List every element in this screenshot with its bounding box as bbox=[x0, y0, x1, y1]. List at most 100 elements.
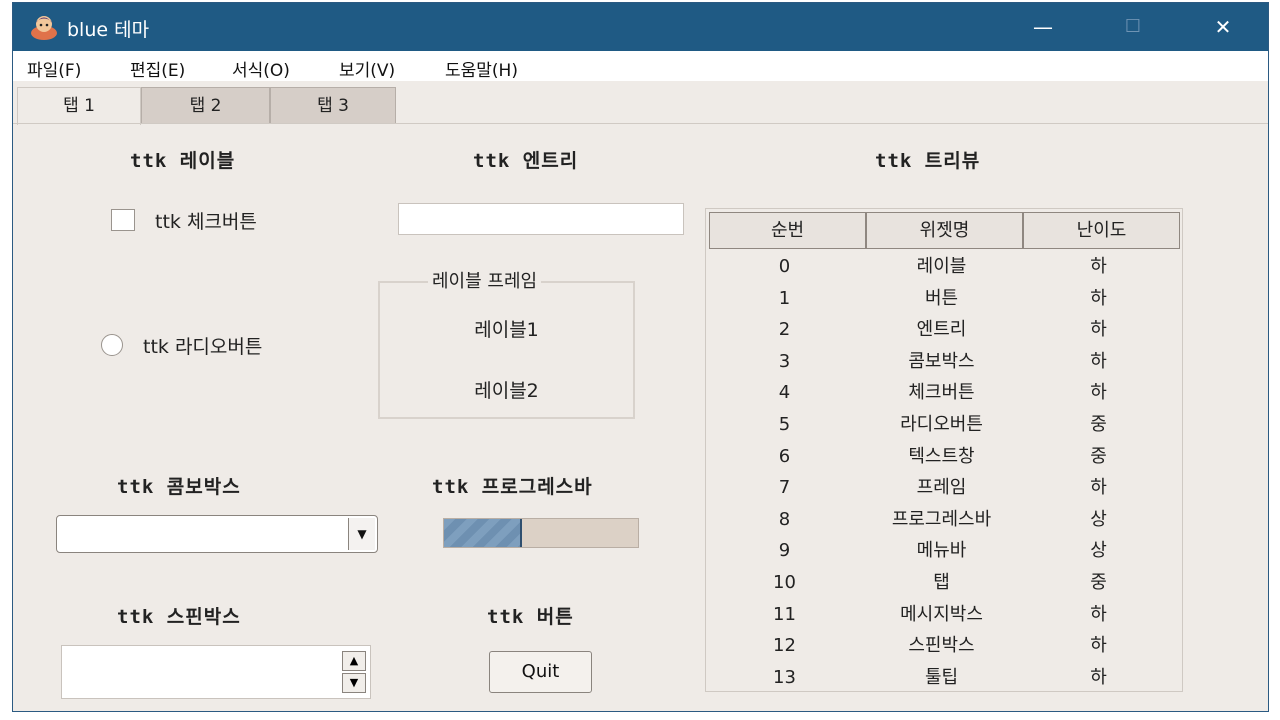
row-index: 11 bbox=[773, 603, 796, 625]
row-difficulty: 중 bbox=[1090, 414, 1107, 435]
tab-2[interactable]: 탭 2 bbox=[141, 87, 270, 123]
row-widget-name: 라디오버튼 bbox=[900, 414, 983, 435]
ttk-treeview-heading: ttk 트리뷰 bbox=[875, 150, 981, 172]
column-header-index[interactable]: 순번 bbox=[709, 212, 866, 249]
ttk-radiobutton[interactable] bbox=[101, 334, 123, 356]
table-row[interactable]: 5 라디오버튼 중 bbox=[706, 409, 1184, 440]
row-index: 2 bbox=[778, 319, 791, 341]
row-widget-name: 콤보박스 bbox=[908, 350, 975, 372]
column-header-widget[interactable]: 위젯명 bbox=[866, 212, 1023, 249]
row-index: 9 bbox=[778, 540, 791, 562]
row-difficulty: 하 bbox=[1090, 666, 1107, 688]
row-difficulty: 하 bbox=[1090, 477, 1107, 499]
menu-edit[interactable]: 편집(E) bbox=[130, 56, 185, 81]
row-index: 6 bbox=[778, 445, 791, 467]
tab-strip: 탭 1 탭 2 탭 3 bbox=[13, 87, 1268, 125]
menu-view[interactable]: 보기(V) bbox=[339, 56, 395, 81]
label-frame-title: 레이블 프레임 bbox=[428, 267, 542, 293]
treeview-header: 순번 위젯명 난이도 bbox=[709, 212, 1180, 249]
row-difficulty: 상 bbox=[1090, 508, 1107, 530]
ttk-progressbar bbox=[443, 518, 639, 548]
row-index: 13 bbox=[773, 666, 796, 688]
row-difficulty: 하 bbox=[1090, 603, 1107, 625]
table-row[interactable]: 11 메시지박스 하 bbox=[706, 599, 1184, 630]
column-header-difficulty[interactable]: 난이도 bbox=[1023, 212, 1180, 249]
table-row[interactable]: 8 프로그레스바 상 bbox=[706, 504, 1184, 535]
row-widget-name: 엔트리 bbox=[916, 319, 967, 341]
table-row[interactable]: 0 레이블 하 bbox=[706, 251, 1184, 282]
row-widget-name: 버튼 bbox=[924, 287, 959, 309]
app-icon bbox=[31, 16, 57, 40]
table-row[interactable]: 9 메뉴바 상 bbox=[706, 535, 1184, 566]
spin-down-arrow-icon[interactable]: ▼ bbox=[342, 673, 366, 693]
row-index: 12 bbox=[773, 635, 796, 657]
checkbutton-label[interactable]: ttk 체크버튼 bbox=[155, 207, 257, 234]
ttk-treeview[interactable]: 순번 위젯명 난이도 0 레이블 하 1 버튼 하 2 엔트리 하 3 콤보박스 하 4 체크버튼 하 5 라디… bbox=[705, 208, 1183, 692]
row-index: 10 bbox=[773, 572, 796, 593]
ttk-spinbox[interactable]: ▲ ▼ bbox=[61, 645, 371, 699]
table-row[interactable]: 4 체크버튼 하 bbox=[706, 377, 1184, 408]
table-row[interactable]: 12 스핀박스 하 bbox=[706, 630, 1184, 661]
row-widget-name: 툴팁 bbox=[924, 666, 959, 688]
chevron-down-icon[interactable]: ▼ bbox=[348, 518, 375, 550]
row-index: 5 bbox=[778, 414, 791, 435]
table-row[interactable]: 1 버튼 하 bbox=[706, 283, 1184, 314]
table-row[interactable]: 13 툴팁 하 bbox=[706, 662, 1184, 693]
window-title: blue 테마 bbox=[67, 19, 150, 41]
row-index: 1 bbox=[778, 287, 791, 309]
tab-panel-border bbox=[13, 123, 1268, 124]
row-difficulty: 중 bbox=[1090, 445, 1107, 467]
label-frame-label-1: 레이블1 bbox=[474, 319, 539, 341]
radiobutton-label[interactable]: ttk 라디오버튼 bbox=[143, 332, 262, 359]
row-difficulty: 중 bbox=[1090, 572, 1107, 593]
table-row[interactable]: 2 엔트리 하 bbox=[706, 314, 1184, 345]
row-widget-name: 체크버튼 bbox=[908, 382, 975, 404]
ttk-label-heading: ttk 레이블 bbox=[130, 150, 236, 172]
table-row[interactable]: 7 프레임 하 bbox=[706, 472, 1184, 503]
app-window: blue 테마 — ☐ ✕ 파일(F) 편집(E) 서식(O) 보기(V) 도움… bbox=[12, 2, 1269, 712]
row-difficulty: 하 bbox=[1090, 350, 1107, 372]
menu-format[interactable]: 서식(O) bbox=[232, 56, 290, 81]
quit-button[interactable]: Quit bbox=[489, 651, 592, 693]
ttk-entry[interactable] bbox=[398, 203, 684, 235]
ttk-button-heading: ttk 버튼 bbox=[487, 606, 574, 628]
row-index: 8 bbox=[778, 508, 791, 530]
row-difficulty: 하 bbox=[1090, 287, 1107, 309]
table-row[interactable]: 3 콤보박스 하 bbox=[706, 346, 1184, 377]
progress-fill bbox=[444, 519, 522, 547]
label-frame-label-2: 레이블2 bbox=[474, 380, 539, 402]
row-widget-name: 레이블 bbox=[916, 256, 967, 277]
row-difficulty: 하 bbox=[1090, 382, 1107, 404]
ttk-checkbutton[interactable] bbox=[111, 209, 135, 231]
menu-help[interactable]: 도움말(H) bbox=[445, 56, 518, 81]
row-widget-name: 프레임 bbox=[916, 477, 967, 499]
ttk-combobox[interactable]: ▼ bbox=[56, 515, 378, 553]
row-index: 4 bbox=[778, 382, 791, 404]
ttk-spinbox-heading: ttk 스핀박스 bbox=[117, 606, 241, 628]
tab-3[interactable]: 탭 3 bbox=[270, 87, 396, 123]
table-row[interactable]: 10 탭 중 bbox=[706, 567, 1184, 598]
row-difficulty: 하 bbox=[1090, 319, 1107, 341]
row-widget-name: 메시지박스 bbox=[900, 603, 983, 625]
row-index: 7 bbox=[778, 477, 791, 499]
ttk-progressbar-heading: ttk 프로그레스바 bbox=[432, 476, 593, 498]
close-button[interactable]: ✕ bbox=[1188, 3, 1258, 51]
ttk-combobox-heading: ttk 콤보박스 bbox=[117, 476, 241, 498]
row-widget-name: 프로그레스바 bbox=[891, 508, 992, 530]
menu-bar: 파일(F) 편집(E) 서식(O) 보기(V) 도움말(H) bbox=[13, 51, 1268, 81]
tab-1[interactable]: 탭 1 bbox=[17, 87, 141, 125]
row-difficulty: 하 bbox=[1090, 635, 1107, 657]
title-bar[interactable]: blue 테마 — ☐ ✕ bbox=[13, 3, 1268, 51]
minimize-button[interactable]: — bbox=[1008, 3, 1078, 51]
row-difficulty: 상 bbox=[1090, 540, 1107, 562]
menu-file[interactable]: 파일(F) bbox=[27, 56, 81, 81]
row-index: 3 bbox=[778, 350, 791, 372]
row-index: 0 bbox=[778, 256, 791, 277]
row-difficulty: 하 bbox=[1090, 256, 1107, 277]
table-row[interactable]: 6 텍스트창 중 bbox=[706, 441, 1184, 472]
row-widget-name: 텍스트창 bbox=[908, 445, 975, 467]
maximize-button[interactable]: ☐ bbox=[1098, 3, 1168, 51]
spin-up-arrow-icon[interactable]: ▲ bbox=[342, 651, 366, 671]
ttk-entry-heading: ttk 엔트리 bbox=[473, 150, 579, 172]
row-widget-name: 메뉴바 bbox=[916, 540, 967, 562]
